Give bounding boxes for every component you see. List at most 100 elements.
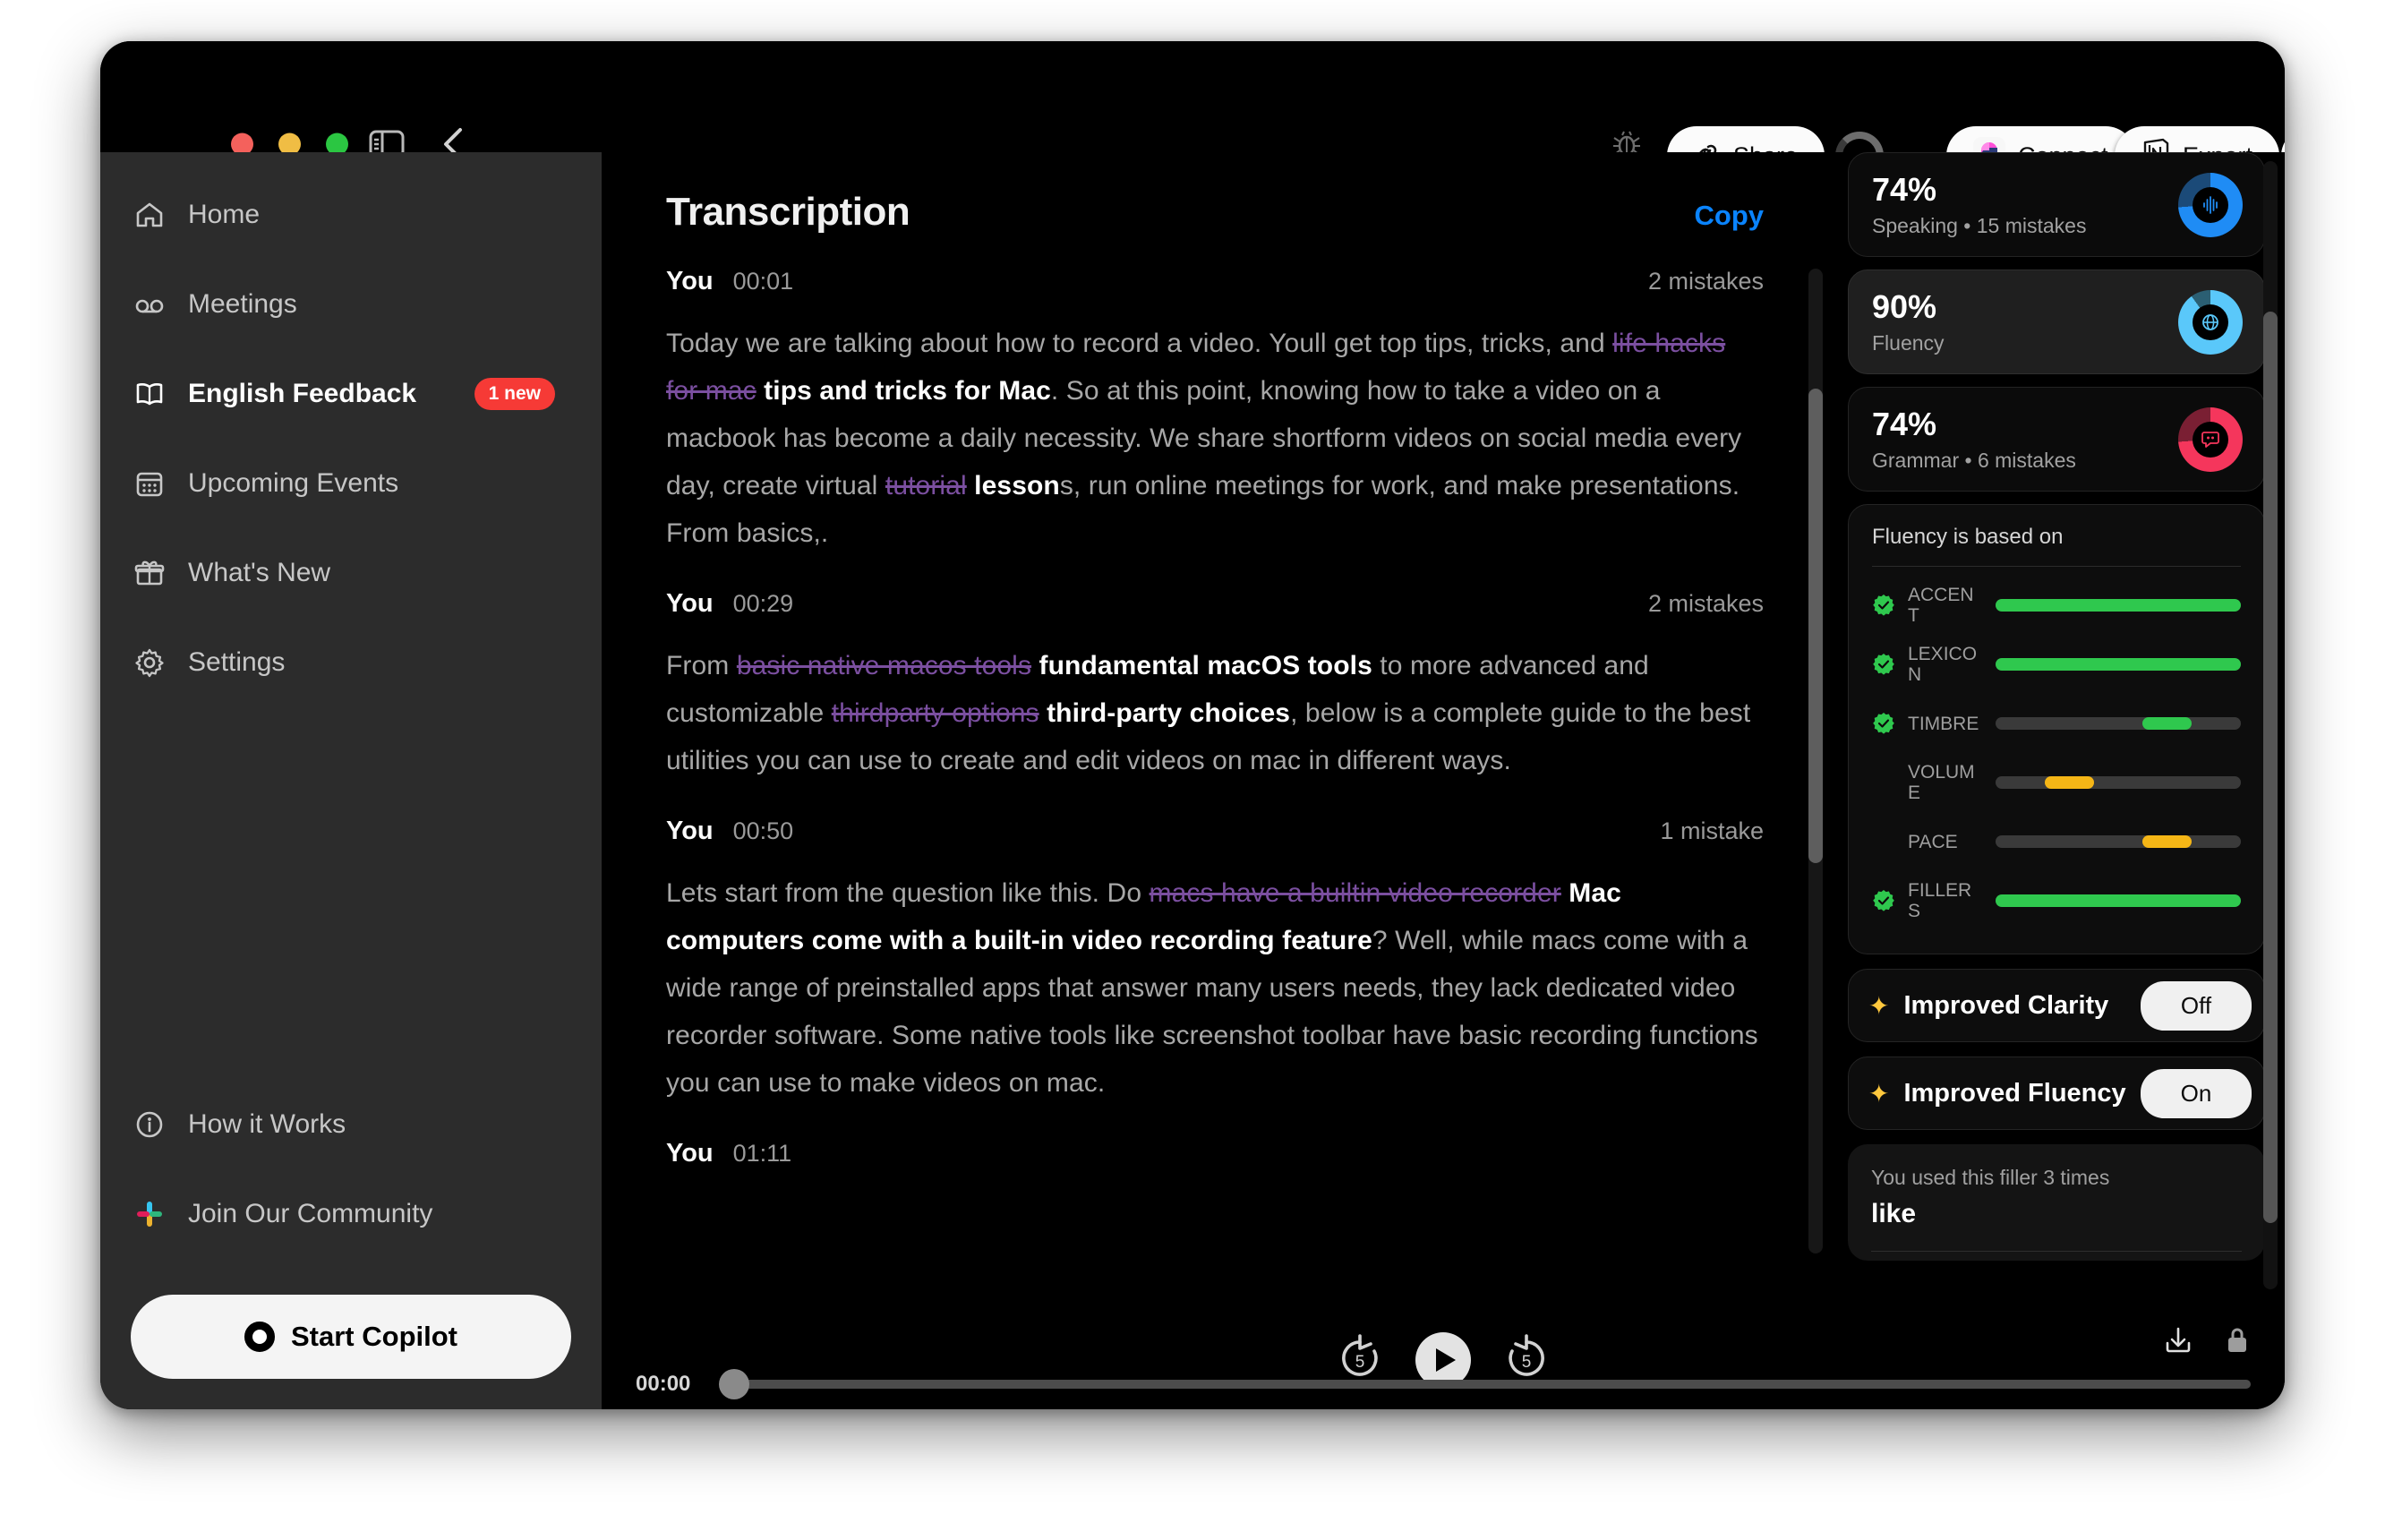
improved-fluency-toggle[interactable]: On [2141, 1068, 2252, 1118]
sidebar-item-label: Home [188, 200, 261, 229]
fluency-metric-bar-fill [2142, 835, 2193, 848]
sidebar-item-label: English Feedback [188, 379, 417, 408]
transcript-segment-meta: You 00:29 2 mistakes [666, 589, 1764, 619]
record-icon [244, 1322, 275, 1352]
segment-text: Lets start from the question like this. … [666, 869, 1764, 1107]
svg-text:5: 5 [1355, 1353, 1365, 1372]
sidebar-item-badge: 1 new [474, 378, 555, 410]
sidebar-item-english-feedback[interactable]: English Feedback 1 new [100, 349, 602, 439]
divider [1871, 1251, 2242, 1252]
fluency-metric-row: PACE [1872, 812, 2241, 871]
fluency-metric-bar [1996, 658, 2241, 671]
sidebar-item-join-community[interactable]: Join Our Community [100, 1169, 602, 1259]
fluency-metric-row: FILLERS [1872, 871, 2241, 930]
svg-text:5: 5 [1522, 1353, 1532, 1372]
fluency-metric-bar [1996, 717, 2241, 730]
transcript-plain-text: Lets start from the question like this. … [666, 878, 1150, 908]
app-window: Share Connect Export [100, 41, 2285, 1409]
transcript-segment: You 01:11 [602, 1139, 1828, 1168]
score-card-list: 74% Speaking • 15 mistakes 90% Fluency 74% Gr… [1848, 152, 2265, 492]
fluency-metric-label: PACE [1908, 831, 1958, 852]
check-badge-icon [1872, 653, 1895, 676]
screenshot-root: Share Connect Export [0, 0, 2385, 1540]
score-card[interactable]: 74% Speaking • 15 mistakes [1848, 152, 2265, 257]
slack-icon [134, 1199, 165, 1229]
sidebar-item-upcoming-events[interactable]: Upcoming Events [100, 439, 602, 528]
page-title: Transcription [666, 190, 910, 234]
segment-speaker: You [666, 267, 714, 295]
filler-usage-count: You used this filler 3 times [1871, 1166, 2110, 1189]
transcript-segment-meta: You 00:50 1 mistake [666, 817, 1764, 846]
voicemail-icon [134, 289, 165, 320]
waveform-icon [2193, 186, 2228, 223]
feedback-panel: 74% Speaking • 15 mistakes 90% Fluency 74% Gr… [1828, 152, 2285, 1305]
sidebar-item-meetings[interactable]: Meetings [100, 260, 602, 349]
sidebar-item-home[interactable]: Home [100, 170, 602, 260]
improved-clarity-row[interactable]: ✦ Improved Clarity Off [1848, 969, 2265, 1042]
sidebar: Home Meetings English Feedback 1 new Upc… [100, 152, 602, 1409]
sidebar-item-how-it-works[interactable]: How it Works [100, 1080, 602, 1169]
transcript-error-text: tutorial [885, 471, 967, 500]
quote-bubble-icon [2193, 421, 2228, 458]
filler-word: like [1871, 1199, 1917, 1228]
transcript-plain-text: Today we are talking about how to record… [666, 329, 1613, 358]
sidebar-item-label: What's New [188, 558, 331, 587]
fluency-breakdown-title: Fluency is based on [1872, 525, 2064, 549]
segment-mistake-count: 2 mistakes [1647, 268, 1764, 295]
transcript-segment-meta: You 00:01 2 mistakes [666, 267, 1764, 296]
score-card[interactable]: 90% Fluency [1848, 270, 2265, 374]
segment-text: Today we are talking about how to record… [666, 320, 1764, 557]
play-icon [1436, 1348, 1456, 1372]
transcript-correction-text: third-party choices [1039, 698, 1291, 728]
segment-timestamp[interactable]: 00:29 [733, 590, 794, 618]
start-copilot-button[interactable]: Start Copilot [131, 1295, 571, 1379]
transcription-header: Transcription Copy [602, 152, 1828, 235]
fluency-metric-row: VOLUME [1872, 753, 2241, 812]
sidebar-bottom-nav: How it Works Join Our Community [100, 1080, 602, 1275]
sidebar-item-label: Settings [188, 647, 286, 677]
transcript-segment: You 00:29 2 mistakes From basic native mac… [602, 589, 1828, 784]
divider [1872, 566, 2241, 567]
titlebar: Share Connect Export [100, 41, 2285, 185]
fluency-metric-bar-fill [1996, 599, 2241, 612]
score-ring [2178, 289, 2243, 355]
fluency-metric-bar-fill [1996, 894, 2241, 907]
fluency-metric-label: LEXICON [1908, 644, 1978, 685]
current-time: 00:00 [636, 1372, 691, 1396]
score-card[interactable]: 74% Grammar • 6 mistakes [1848, 387, 2265, 492]
fluency-metric-row: LEXICON [1872, 635, 2241, 694]
segment-timestamp[interactable]: 00:50 [733, 817, 794, 845]
copy-button[interactable]: Copy [1695, 200, 1765, 232]
sidebar-item-label: Join Our Community [188, 1199, 433, 1228]
segment-timestamp[interactable]: 00:01 [733, 268, 794, 295]
transcript-error-text: thirdparty options [831, 698, 1039, 728]
transcript-error-text: basic native macos tools [736, 651, 1032, 680]
transcript-scrollbar-thumb[interactable] [1808, 389, 1823, 863]
seek-bar[interactable] [719, 1369, 2251, 1399]
segment-mistake-count: 1 mistake [1660, 817, 1764, 844]
sidebar-item-whats-new[interactable]: What's New [100, 528, 602, 618]
transcript-correction-text: tips and tricks for Mac [756, 376, 1051, 406]
lock-icon[interactable] [2224, 1325, 2251, 1360]
improved-fluency-row[interactable]: ✦ Improved Fluency On [1848, 1057, 2265, 1130]
check-badge-icon [1872, 594, 1895, 617]
segment-speaker: You [666, 817, 714, 845]
sparkles-icon: ✦ [1868, 991, 1890, 1020]
improved-clarity-toggle[interactable]: Off [2141, 980, 2252, 1031]
download-icon[interactable] [2163, 1325, 2193, 1360]
transcript-correction-text: fundamental macOS tools [1031, 651, 1372, 680]
fluency-metric-bar-fill [2044, 776, 2094, 789]
fluency-metric-label: FILLERS [1908, 880, 1972, 921]
globe-icon [2193, 304, 2228, 340]
transcript-segment: You 00:01 2 mistakes Today we are talking a… [602, 267, 1828, 557]
seek-handle[interactable] [719, 1369, 749, 1399]
feedback-scrollbar-thumb[interactable] [2263, 312, 2278, 1223]
fluency-breakdown-card: Fluency is based on ACCENT LEXICON TIMBRE V… [1848, 504, 2265, 954]
sidebar-item-label: Meetings [188, 289, 297, 319]
fluency-metric-label: TIMBRE [1908, 713, 1979, 734]
fluency-metric-label: VOLUME [1908, 762, 1975, 803]
segment-timestamp[interactable]: 01:11 [733, 1140, 792, 1168]
sidebar-item-settings[interactable]: Settings [100, 618, 602, 707]
sparkles-icon: ✦ [1868, 1079, 1890, 1108]
segment-text: From basic native macos tools fundamenta… [666, 642, 1764, 784]
